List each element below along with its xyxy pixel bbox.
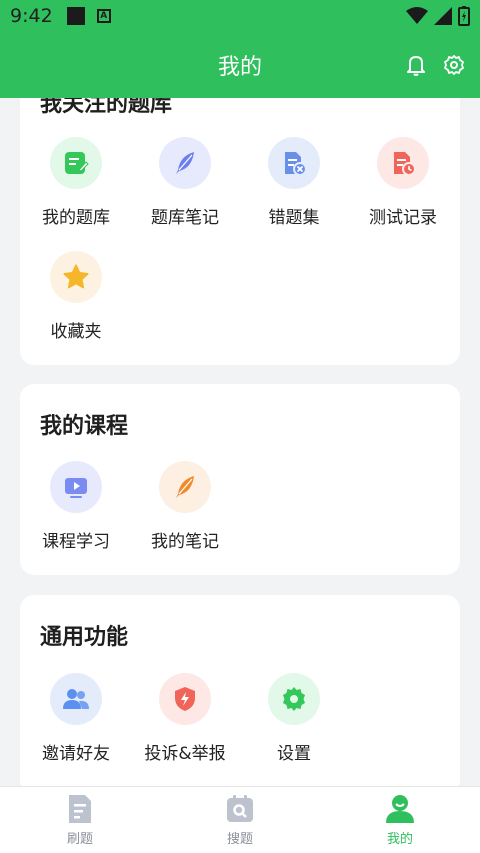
tab-practice-label: 刷题	[66, 831, 93, 847]
my-notes-label: 我的笔记	[151, 532, 219, 552]
favorites-title: 我关注的题库	[40, 98, 173, 117]
tab-search-question[interactable]: 搜题	[160, 787, 320, 853]
question-notes-label: 题库笔记	[151, 208, 219, 228]
test-record-label: 测试记录	[369, 208, 437, 228]
report-label: 投诉&举报	[144, 744, 226, 764]
general-title: 通用功能	[40, 625, 129, 650]
invite-friends-label: 邀请好友	[42, 744, 110, 764]
tab-profile[interactable]: 我的	[320, 787, 480, 853]
wifi-icon	[406, 7, 428, 24]
feather-icon	[159, 137, 211, 189]
courses-card: 我的课程 课程学习 我的笔记	[20, 384, 460, 575]
notes-feather-icon	[159, 461, 211, 513]
my-notes-item[interactable]: 我的笔记	[130, 461, 240, 552]
status-bar: 9:42 A	[0, 0, 480, 32]
app-header: 我的	[0, 32, 480, 98]
star-icon	[50, 251, 102, 303]
tab-search-question-label: 搜题	[226, 831, 253, 847]
my-question-bank-label: 我的题库	[42, 208, 110, 228]
my-question-bank-item[interactable]: 我的题库	[21, 137, 131, 228]
course-study-label: 课程学习	[42, 532, 110, 552]
favorites-card: 我关注的题库 我的题库 题库笔记 错题集 测试记录 收藏夹	[20, 98, 460, 365]
wrong-questions-item[interactable]: 错题集	[239, 137, 349, 228]
notification-icon	[66, 7, 85, 25]
signal-icon	[434, 7, 452, 25]
tab-profile-label: 我的	[386, 831, 413, 847]
favorites-folder-label: 收藏夹	[50, 322, 102, 342]
tab-practice[interactable]: 刷题	[0, 787, 160, 853]
wrong-questions-label: 错题集	[268, 208, 320, 228]
bottom-tab-bar: 刷题 搜题 我的	[0, 786, 480, 853]
favorites-folder-item[interactable]: 收藏夹	[21, 251, 131, 342]
video-icon	[50, 461, 102, 513]
report-item[interactable]: 投诉&举报	[130, 673, 240, 764]
general-card: 通用功能 邀请好友 投诉&举报 设置	[20, 595, 460, 786]
course-study-item[interactable]: 课程学习	[21, 461, 131, 552]
page-title: 我的	[217, 55, 262, 80]
courses-title: 我的课程	[40, 414, 129, 439]
status-time: 9:42	[10, 5, 53, 27]
settings-gear-icon[interactable]	[444, 54, 464, 76]
question-notes-item[interactable]: 题库笔记	[130, 137, 240, 228]
scroll-content[interactable]: 我关注的题库 我的题库 题库笔记 错题集 测试记录 收藏夹 我的课程 课程学习 …	[0, 98, 480, 786]
report-icon	[159, 673, 211, 725]
test-record-item[interactable]: 测试记录	[348, 137, 458, 228]
wrong-questions-icon	[268, 137, 320, 189]
practice-icon	[69, 794, 91, 823]
test-record-icon	[377, 137, 429, 189]
profile-icon	[386, 794, 414, 823]
invite-users-icon	[50, 673, 102, 725]
search-question-icon	[227, 794, 253, 822]
app-notification-icon: A	[96, 9, 111, 23]
invite-friends-item[interactable]: 邀请好友	[21, 673, 131, 764]
settings-label: 设置	[277, 744, 311, 764]
gear-icon	[268, 673, 320, 725]
question-bank-icon	[50, 137, 102, 189]
bell-icon[interactable]	[406, 54, 426, 76]
battery-icon	[458, 6, 470, 26]
settings-item[interactable]: 设置	[239, 673, 349, 764]
